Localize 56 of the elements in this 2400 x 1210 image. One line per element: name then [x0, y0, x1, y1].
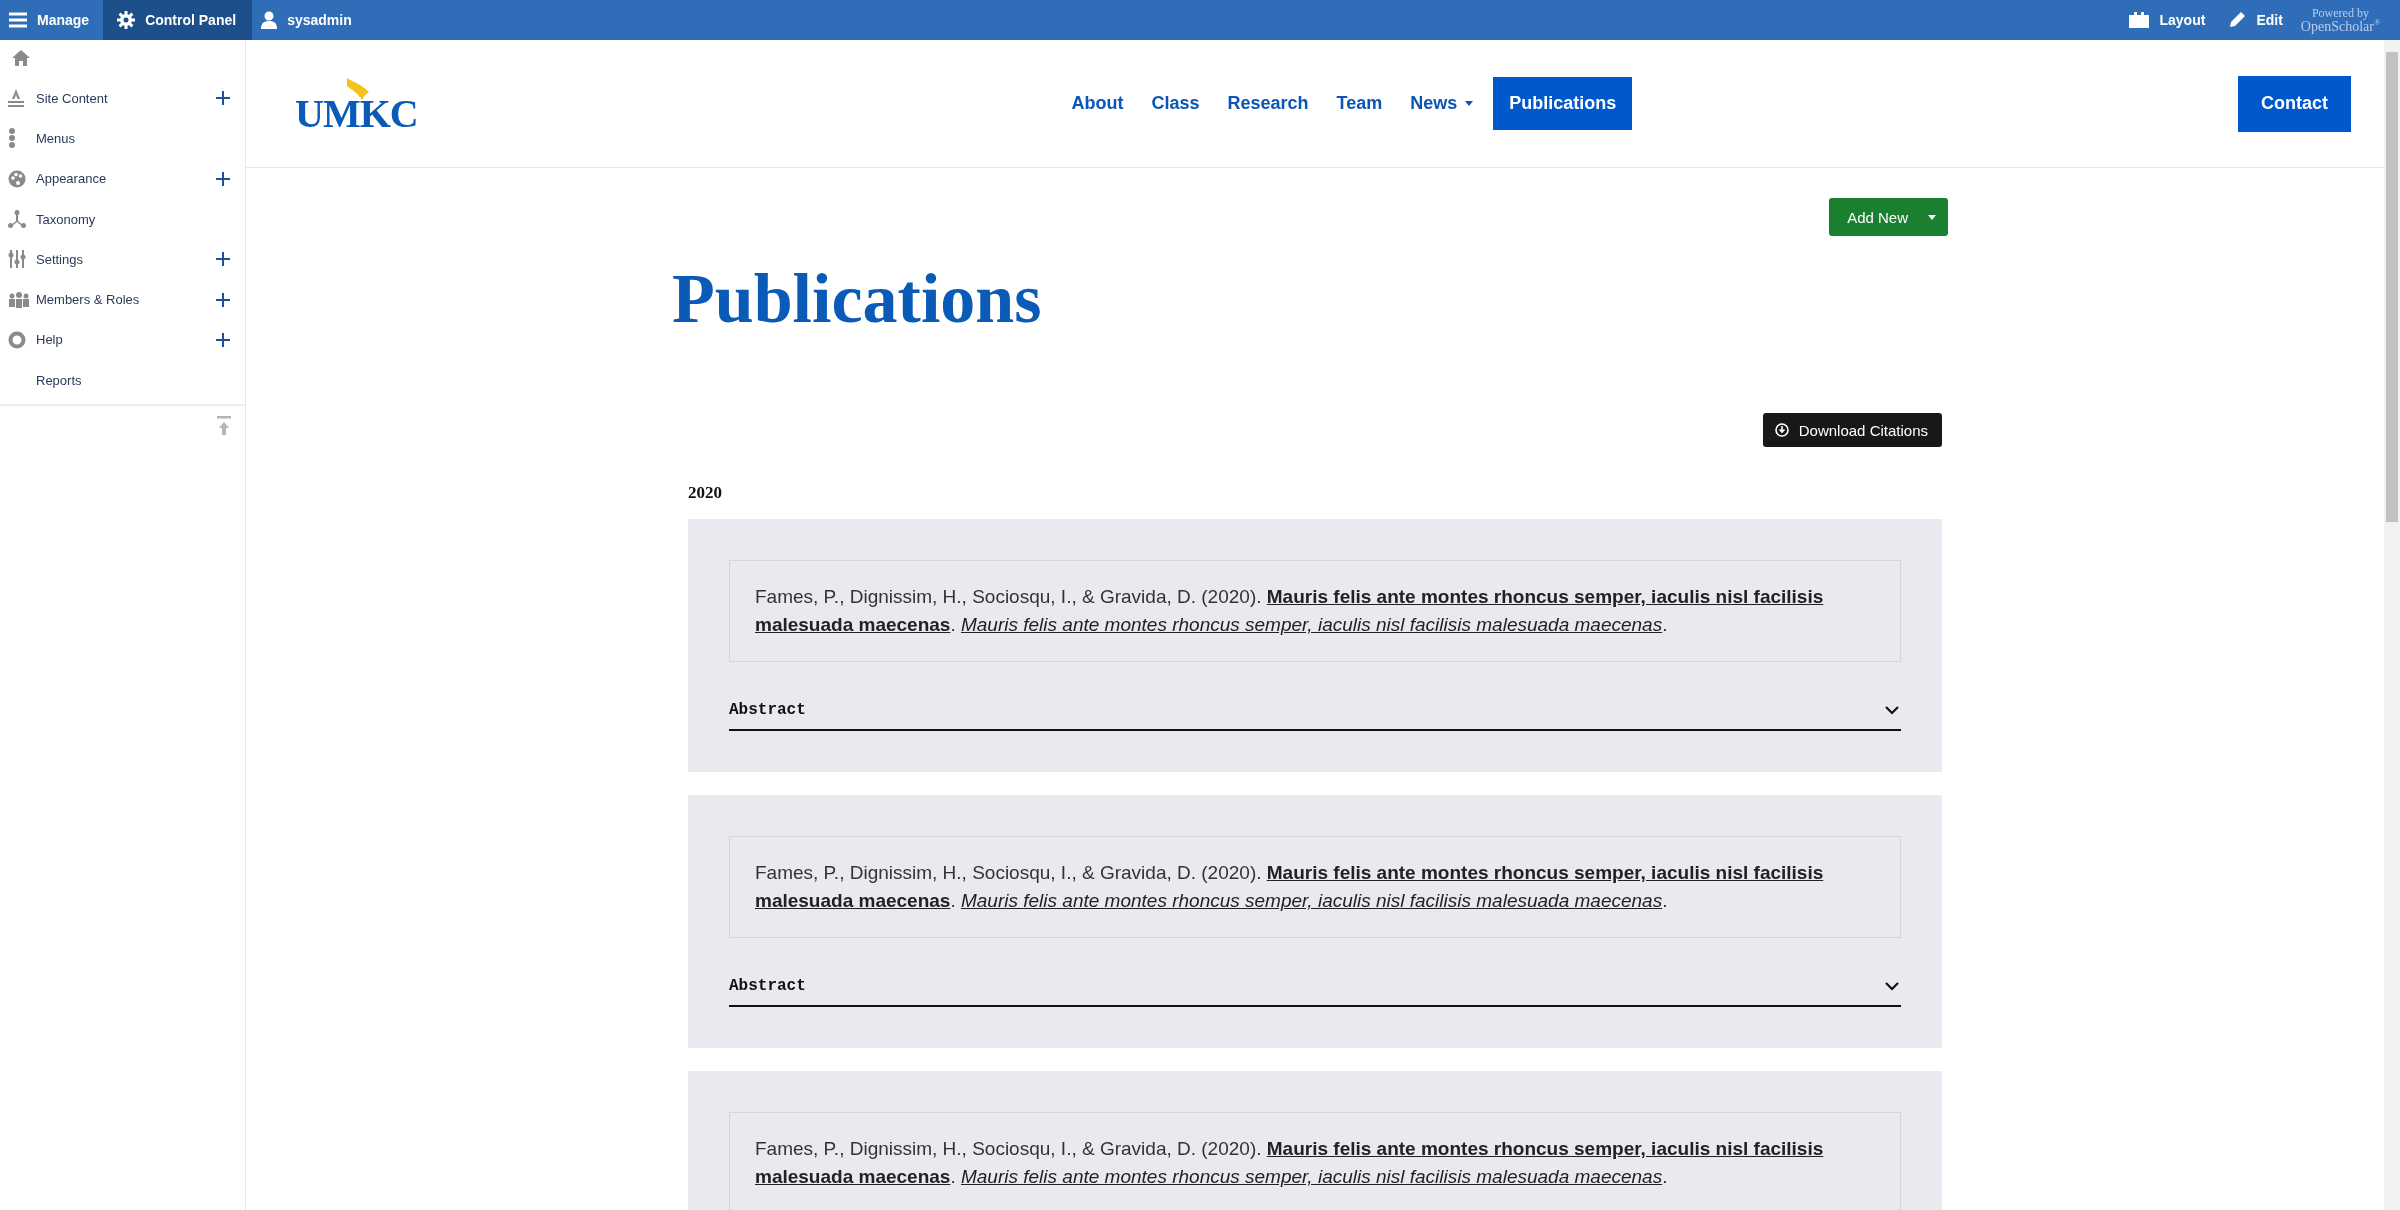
menu-icon — [9, 12, 27, 28]
pencil-icon — [2228, 11, 2247, 29]
citation-text: Fames, P., Dignissim, H., Sociosqu, I., & Gravida, D. (2020). Mauris felis ante montes rhoncus semper, iaculis nisl facilisis malesuada maecenas. Mauris felis ante montes rhoncus semper, iaculis nisl facilisis malesuada maecenas. — [755, 861, 1825, 913]
page-title: Publications — [672, 260, 1043, 337]
sidebar-item[interactable]: Help — [36, 332, 216, 348]
dots-icon — [8, 128, 16, 149]
add-new-button[interactable]: Add New — [1829, 198, 1948, 236]
edit-button[interactable]: Edit — [2219, 0, 2297, 40]
home-icon[interactable] — [12, 50, 30, 66]
sidebar-item[interactable]: Taxonomy — [36, 211, 233, 227]
user-button[interactable]: sysadmin — [252, 0, 366, 40]
hierarchy-icon — [8, 210, 26, 229]
download-citations-button[interactable]: Download Citations — [1762, 413, 1942, 447]
caret-icon — [1465, 101, 1474, 106]
contact-button[interactable]: Contact — [2238, 75, 2351, 132]
abstract-toggle[interactable]: Abstract — [729, 701, 1901, 731]
text-icon — [8, 89, 24, 108]
nav-link[interactable]: Class — [1143, 77, 1208, 130]
nav-link[interactable]: Research — [1219, 77, 1317, 130]
year-heading: 2020 — [688, 483, 723, 503]
sidebar-item[interactable]: Settings — [36, 251, 216, 267]
citation-text: Fames, P., Dignissim, H., Sociosqu, I., & Gravida, D. (2020). Mauris felis ante montes rhoncus semper, iaculis nisl facilisis malesuada maecenas. Mauris felis ante montes rhoncus semper, iaculis nisl facilisis malesuada maecenas. — [755, 1137, 1825, 1189]
control-panel-button[interactable]: Control Panel — [103, 0, 253, 40]
plus-icon[interactable] — [216, 91, 230, 106]
group-icon — [8, 291, 30, 308]
layout-button[interactable]: Layout — [2120, 0, 2220, 40]
plus-icon[interactable] — [216, 332, 230, 347]
nav-link[interactable]: About — [1063, 77, 1132, 130]
citation-text: Fames, P., Dignissim, H., Sociosqu, I., & Gravida, D. (2020). Mauris felis ante montes rhoncus semper, iaculis nisl facilisis malesuada maecenas. Mauris felis ante montes rhoncus semper, iaculis nisl facilisis malesuada maecenas. — [755, 585, 1825, 637]
download-icon — [1774, 423, 1789, 437]
plus-icon[interactable] — [216, 292, 230, 307]
manage-button[interactable]: Manage — [0, 0, 104, 40]
lifebuoy-icon — [8, 330, 26, 349]
nav-link[interactable]: News — [1402, 77, 1482, 130]
plus-icon[interactable] — [216, 171, 230, 186]
user-icon — [261, 11, 278, 29]
nav-link[interactable]: Publications — [1493, 77, 1633, 130]
sidebar-item[interactable]: Members & Roles — [36, 292, 216, 308]
nav-link[interactable]: Team — [1328, 77, 1391, 130]
umkc-logo[interactable]: UMKC — [295, 77, 418, 134]
chevron-icon — [1885, 705, 1899, 715]
abstract-toggle[interactable]: Abstract — [729, 977, 1901, 1007]
scrollbar[interactable] — [2384, 40, 2400, 1210]
sidebar-item[interactable]: Appearance — [36, 171, 216, 187]
powered-by-text: Powered by — [2311, 6, 2369, 19]
caret-icon — [1928, 214, 1936, 220]
plus-icon[interactable] — [216, 252, 230, 267]
settings-icon — [117, 11, 136, 29]
sidebar-item[interactable]: Menus — [36, 130, 233, 146]
scrollbar-thumb[interactable] — [2386, 52, 2398, 522]
layout-icon — [2129, 12, 2150, 28]
sidebar-item[interactable]: Site Content — [36, 90, 216, 106]
palette-icon — [8, 169, 26, 188]
sidebar-item[interactable]: Reports — [36, 372, 233, 388]
chevron-icon — [1885, 981, 1899, 991]
sliders-icon — [8, 250, 26, 269]
